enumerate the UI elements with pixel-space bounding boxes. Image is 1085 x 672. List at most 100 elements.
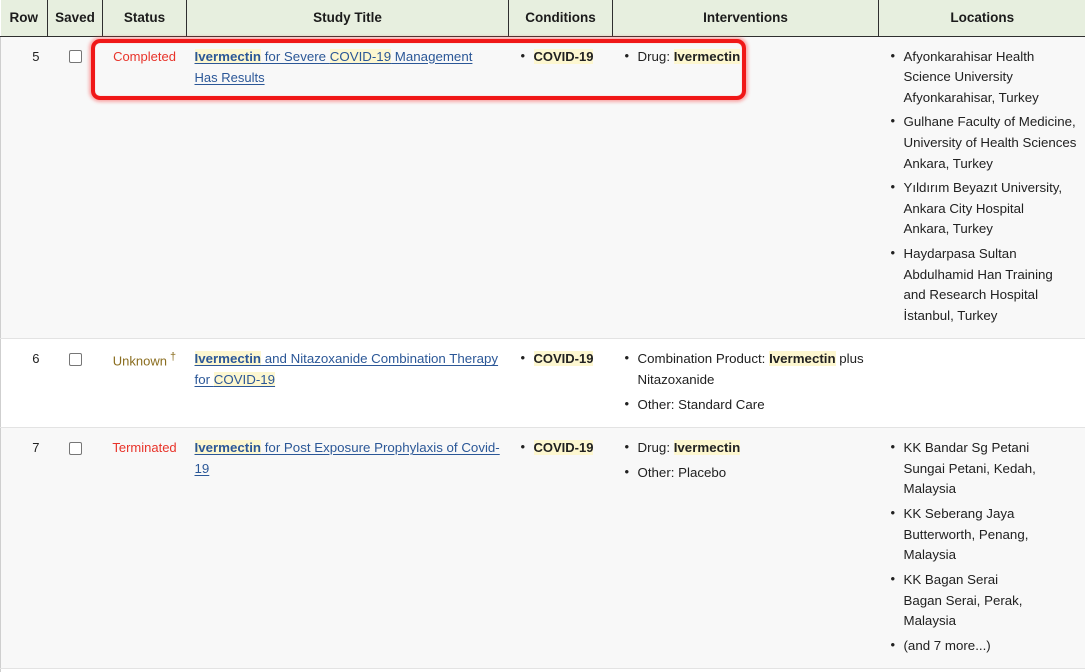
- list-item: Other: Standard Care: [625, 394, 871, 416]
- list-item: COVID-19: [521, 348, 605, 370]
- study-title-part-0: Ivermectin: [194, 48, 262, 64]
- interventions-list: Drug: Ivermectin: [621, 46, 871, 68]
- list-item: Drug: Ivermectin: [625, 437, 871, 459]
- row-number: 5: [0, 36, 48, 340]
- condition-text: COVID-19: [533, 48, 594, 64]
- locations-cell: Afyonkarahisar Health Science University…: [878, 36, 1085, 340]
- column-header-locations[interactable]: Locations: [878, 0, 1085, 37]
- list-item: Haydarpasa Sultan Abdulhamid Han Trainin…: [891, 243, 1078, 326]
- intervention-part-0: Drug:: [637, 440, 674, 456]
- intervention-part-1: Ivermectin: [673, 440, 741, 456]
- interventions-cell: Drug: Ivermectin Other: Placebo: [612, 427, 879, 670]
- has-results-link[interactable]: Has Results: [195, 68, 265, 88]
- intervention-part-0: Other: Standard Care: [637, 396, 765, 412]
- results-table-page: Row Saved Status Study Title Conditions …: [0, 0, 1085, 672]
- study-title-part-2: COVID-19: [329, 48, 392, 64]
- location-place: Bagan Serai, Perak, Malaysia: [903, 592, 1023, 629]
- list-item: Yıldırım Beyazıt University, Ankara City…: [891, 177, 1078, 240]
- location-name: (and 7 more...): [903, 637, 991, 653]
- intervention-part-1: Ivermectin: [769, 351, 836, 367]
- saved-cell: [47, 36, 103, 340]
- locations-cell: [878, 338, 1085, 429]
- list-item: Drug: Ivermectin: [625, 46, 871, 68]
- study-title-link[interactable]: Ivermectin for Post Exposure Prophylaxis…: [194, 440, 500, 476]
- study-title-link[interactable]: Ivermectin and Nitazoxanide Combination …: [194, 351, 498, 388]
- list-item: COVID-19: [521, 46, 605, 68]
- study-title-part-3: Management: [391, 48, 473, 64]
- column-header-status[interactable]: Status: [102, 0, 187, 37]
- intervention-part-0: Drug:: [637, 48, 674, 64]
- column-header-row[interactable]: Row: [0, 0, 48, 37]
- status-badge: Terminated: [112, 440, 177, 456]
- table-row: 5 Completed Ivermectin for Severe COVID-19…: [0, 36, 1085, 340]
- location-name: Gulhane Faculty of Medicine, University …: [903, 114, 1077, 150]
- study-title-cell: Ivermectin and Nitazoxanide Combination …: [186, 338, 509, 429]
- location-name: Afyonkarahisar Health Science University: [903, 48, 1035, 85]
- saved-cell: [47, 338, 103, 429]
- location-name: Yıldırım Beyazıt University, Ankara City…: [903, 180, 1063, 216]
- location-place: Butterworth, Penang, Malaysia: [903, 526, 1029, 563]
- interventions-list: Combination Product: Ivermectin plus Nit…: [621, 348, 871, 416]
- condition-text: COVID-19: [533, 351, 594, 367]
- list-item: Other: Placebo: [625, 462, 871, 484]
- status-badge: Completed: [113, 48, 176, 64]
- conditions-cell: COVID-19: [508, 338, 613, 429]
- study-title-part-1: for Severe: [261, 48, 330, 64]
- conditions-cell: COVID-19: [508, 427, 613, 670]
- conditions-list: COVID-19: [517, 437, 605, 459]
- conditions-cell: COVID-19: [508, 36, 613, 340]
- location-place: Afyonkarahisar, Turkey: [903, 89, 1039, 105]
- list-item: Combination Product: Ivermectin plus Nit…: [625, 348, 871, 390]
- interventions-cell: Drug: Ivermectin: [612, 36, 879, 340]
- conditions-list: COVID-19: [517, 348, 605, 370]
- status-badge: Unknown: [112, 353, 167, 369]
- locations-list: KK Bandar Sg Petani Sungai Petani, Kedah,…: [887, 437, 1078, 657]
- locations-cell: KK Bandar Sg Petani Sungai Petani, Kedah,…: [878, 427, 1085, 670]
- locations-list: Afyonkarahisar Health Science University…: [887, 46, 1078, 327]
- conditions-list: COVID-19: [517, 46, 605, 68]
- study-results-table: Row Saved Status Study Title Conditions …: [0, 0, 1085, 672]
- intervention-part-1: Ivermectin: [673, 48, 741, 64]
- study-title-part-0: Ivermectin: [194, 351, 262, 367]
- status-cell: Terminated: [102, 427, 187, 670]
- save-study-checkbox[interactable]: [68, 50, 82, 64]
- location-place: Sungai Petani, Kedah, Malaysia: [903, 460, 1036, 497]
- row-number: 6: [0, 338, 48, 429]
- list-item: COVID-19: [521, 437, 605, 459]
- study-title-cell: Ivermectin for Severe COVID-19 Managemen…: [186, 36, 509, 340]
- table-row: 6 Unknown † Ivermectin and Nitazoxanide Co…: [0, 338, 1085, 429]
- saved-cell: [47, 427, 103, 670]
- interventions-cell: Combination Product: Ivermectin plus Nit…: [612, 338, 879, 429]
- location-place: Ankara, Turkey: [903, 221, 993, 237]
- column-header-saved[interactable]: Saved: [47, 0, 103, 37]
- list-item: KK Bandar Sg Petani Sungai Petani, Kedah,…: [891, 437, 1078, 500]
- status-cell: Completed: [102, 36, 187, 340]
- study-title-part-2: COVID-19: [213, 372, 276, 388]
- list-item: Afyonkarahisar Health Science University…: [891, 46, 1078, 109]
- location-name: KK Bandar Sg Petani: [903, 440, 1030, 456]
- column-header-interventions[interactable]: Interventions: [612, 0, 879, 37]
- list-item: (and 7 more...): [891, 635, 1078, 657]
- row-number: 7: [0, 427, 48, 670]
- save-study-checkbox[interactable]: [68, 353, 82, 367]
- table-row: 7 Terminated Ivermectin for Post Exposure …: [0, 427, 1085, 670]
- study-title-link[interactable]: Ivermectin for Severe COVID-19 Managemen…: [194, 48, 473, 64]
- condition-text: COVID-19: [533, 440, 594, 456]
- list-item: KK Bagan Serai Bagan Serai, Perak, Malays…: [891, 569, 1078, 632]
- location-name: KK Seberang Jaya: [903, 506, 1015, 522]
- intervention-part-0: Combination Product:: [637, 351, 770, 367]
- study-title-cell: Ivermectin for Post Exposure Prophylaxis…: [186, 427, 509, 670]
- location-name: KK Bagan Serai: [903, 571, 999, 587]
- location-place: İstanbul, Turkey: [903, 307, 998, 323]
- table-header-row: Row Saved Status Study Title Conditions …: [0, 0, 1085, 37]
- interventions-list: Drug: Ivermectin Other: Placebo: [621, 437, 871, 484]
- column-header-conditions[interactable]: Conditions: [508, 0, 613, 37]
- intervention-part-0: Other: Placebo: [637, 464, 727, 480]
- status-cell: Unknown †: [102, 338, 187, 429]
- study-title-part-0: Ivermectin: [194, 440, 262, 456]
- table-body: 5 Completed Ivermectin for Severe COVID-19…: [0, 36, 1085, 672]
- status-dagger-icon: †: [167, 351, 177, 364]
- save-study-checkbox[interactable]: [68, 442, 82, 456]
- table-header: Row Saved Status Study Title Conditions …: [0, 0, 1085, 37]
- column-header-study-title[interactable]: Study Title: [186, 0, 509, 37]
